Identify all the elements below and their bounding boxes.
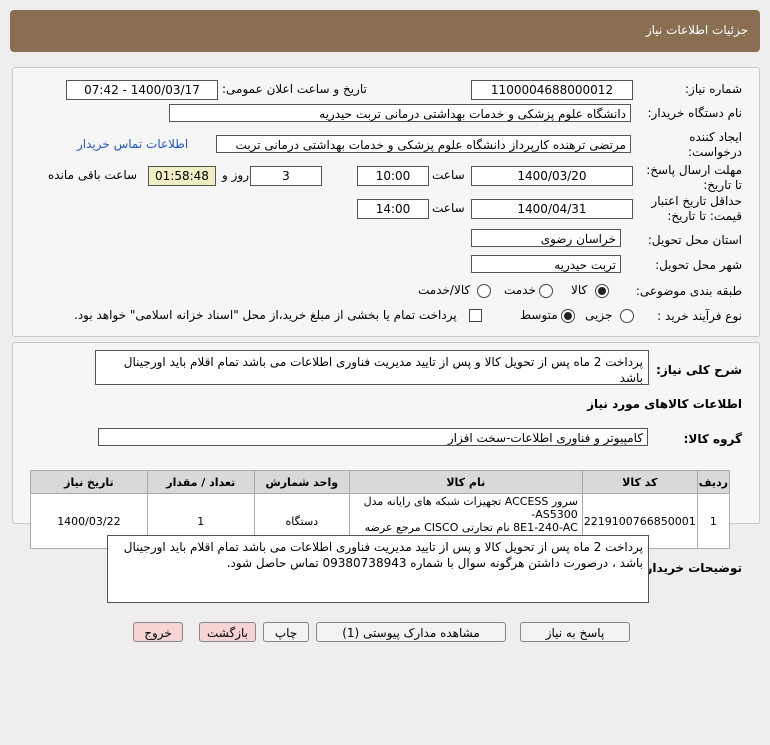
description-label: شرح کلی نیاز: <box>656 363 742 377</box>
creator-label-2: درخواست: <box>688 145 742 159</box>
category-label: طبقه بندی موضوعی: <box>635 284 742 298</box>
need-number-field: 1100004688000012 <box>471 80 633 100</box>
reply-time-field: 10:00 <box>357 166 429 186</box>
goods-group-label: گروه کالا: <box>683 432 742 446</box>
validity-date-field: 1400/04/31 <box>471 199 633 219</box>
col-code: کد کالا <box>581 470 698 494</box>
goods-group-field: کامپیوتر و فناوری اطلاعات-سخت افزار <box>98 428 648 446</box>
process-option-minor: جزیی <box>585 308 613 322</box>
reply-date-field: 1400/03/20 <box>471 166 633 186</box>
buyer-contact-link[interactable]: اطلاعات تماس خریدار <box>77 137 188 151</box>
exit-button[interactable]: خروج <box>133 622 183 642</box>
buyer-org-label: نام دستگاه خریدار: <box>647 106 743 120</box>
validity-time-field: 14:00 <box>357 199 429 219</box>
col-qty: تعداد / مقدار <box>146 470 255 494</box>
days-remaining-field: 3 <box>250 166 322 186</box>
announce-label: تاریخ و ساعت اعلان عمومی: <box>222 82 367 96</box>
category-option-goods-service: کالا/خدمت <box>418 283 471 297</box>
province-field: خراسان رضوی <box>471 229 621 247</box>
goods-section-title: اطلاعات کالاهای مورد نیاز <box>587 397 742 411</box>
reply-time-label: ساعت <box>432 168 465 182</box>
announce-datetime-field: 1400/03/17 - 07:42 <box>66 80 218 100</box>
print-button[interactable]: چاپ <box>263 622 309 642</box>
days-label: روز و <box>222 168 249 182</box>
attachments-button[interactable]: مشاهده مدارک پیوستی (1) <box>316 622 506 642</box>
process-radio-minor[interactable] <box>620 309 634 323</box>
buyer-notes-text: پرداخت 2 ماه پس از تحویل کالا و پس از تا… <box>107 535 649 603</box>
remaining-label: ساعت باقی مانده <box>48 168 138 182</box>
cell-name-line1: سرور ACCESS تجهیزات شبکه های رایانه مدل … <box>363 495 578 521</box>
reply-deadline-label-1: مهلت ارسال پاسخ: <box>646 163 742 177</box>
col-name: نام کالا <box>348 470 583 494</box>
process-label: نوع فرآیند خرید : <box>657 309 742 323</box>
col-date: تاریخ نیاز <box>30 470 148 494</box>
city-field: تربت حیدریه <box>471 255 621 273</box>
validity-time-label: ساعت <box>432 201 465 215</box>
back-button[interactable]: بازگشت <box>199 622 256 642</box>
creator-label-1: ایجاد کننده <box>689 130 742 144</box>
creator-field: مرتضی ترهنده کارپرداز دانشگاه علوم پزشکی… <box>216 135 631 153</box>
validity-label-1: حداقل تاریخ اعتبار <box>651 194 742 208</box>
process-option-medium: متوسط <box>520 308 558 322</box>
reply-button[interactable]: پاسخ به نیاز <box>520 622 630 642</box>
category-radio-goods[interactable] <box>595 284 609 298</box>
province-label: استان محل تحویل: <box>647 233 742 247</box>
page-header: جزئیات اطلاعات نیاز <box>10 10 760 52</box>
description-text: پرداخت 2 ماه پس از تحویل کالا و پس از تا… <box>95 350 649 385</box>
remaining-time-field: 01:58:48 <box>148 166 216 186</box>
treasury-payment-note: پرداخت تمام یا بخشی از مبلغ خرید،از محل … <box>74 308 457 322</box>
col-index: ردیف <box>696 470 731 494</box>
need-number-label: شماره نیاز: <box>685 82 742 96</box>
process-radio-medium[interactable] <box>561 309 575 323</box>
page-title: جزئیات اطلاعات نیاز <box>645 23 748 37</box>
buyer-notes-label: توضیحات خریدار: <box>640 561 742 575</box>
treasury-payment-checkbox[interactable] <box>469 309 482 322</box>
cell-index: 1 <box>696 493 731 549</box>
col-unit: واحد شمارش <box>253 470 350 494</box>
category-option-goods: کالا <box>571 283 588 297</box>
city-label: شهر محل تحویل: <box>655 258 742 272</box>
category-option-service: خدمت <box>504 283 536 297</box>
category-radio-goods-service[interactable] <box>477 284 491 298</box>
category-radio-service[interactable] <box>539 284 553 298</box>
buyer-org-field: دانشگاه علوم پزشکی و خدمات بهداشتی درمان… <box>169 104 631 122</box>
reply-deadline-label-2: تا تاریخ: <box>703 178 742 192</box>
goods-table-header: ردیف کد کالا نام کالا واحد شمارش تعداد /… <box>30 470 731 494</box>
validity-label-2: قیمت: تا تاریخ: <box>667 209 742 223</box>
